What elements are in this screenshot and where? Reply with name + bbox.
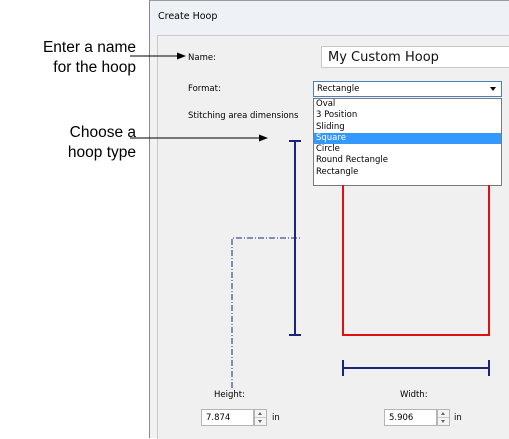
- hoop-diagram: [130, 52, 490, 388]
- width-dimension-line: [342, 360, 490, 376]
- hoop-outline: [342, 185, 490, 336]
- callout-name-arrowhead-icon: [177, 52, 186, 60]
- height-leader-line: [231, 237, 300, 388]
- callout-type-arrowhead-icon: [259, 134, 268, 142]
